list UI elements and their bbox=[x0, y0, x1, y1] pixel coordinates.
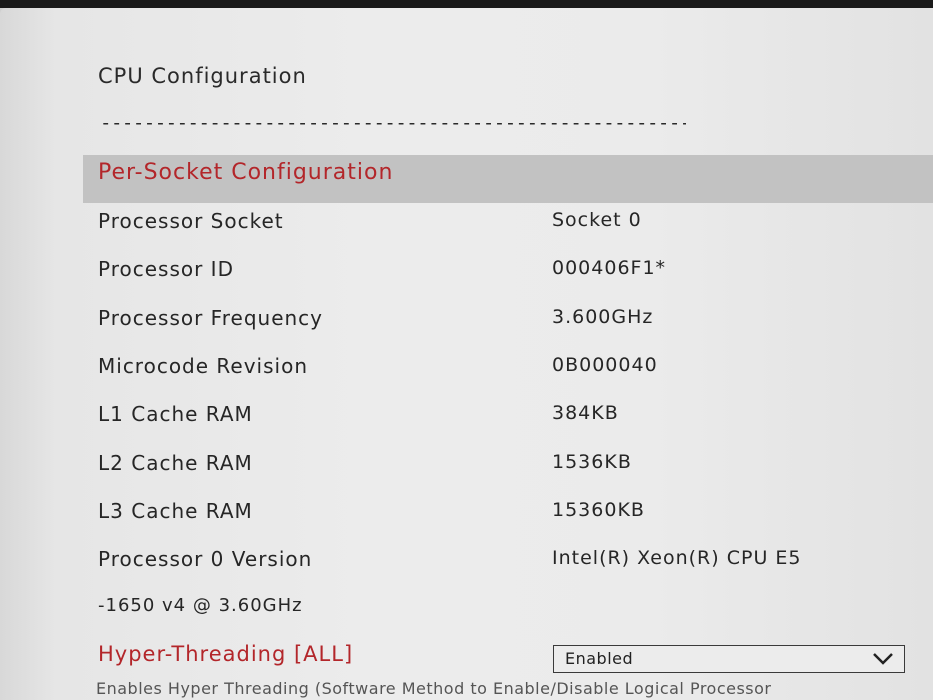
row-value: 3.600GHz bbox=[552, 306, 654, 328]
row-label: Microcode Revision bbox=[98, 354, 309, 378]
row-value: 15360KB bbox=[552, 499, 645, 521]
row-value: Socket 0 bbox=[552, 209, 642, 231]
hyper-threading-selected-value: Enabled bbox=[565, 649, 634, 668]
page-title: CPU Configuration bbox=[98, 64, 307, 88]
row-label: L3 Cache RAM bbox=[98, 499, 253, 523]
row-value: 384KB bbox=[552, 402, 619, 424]
chevron-down-icon bbox=[873, 653, 893, 665]
row-value: Intel(R) Xeon(R) CPU E5 bbox=[552, 547, 802, 569]
info-row-processor-id: Processor ID 000406F1* bbox=[98, 257, 918, 287]
info-row-l3-cache: L3 Cache RAM 15360KB bbox=[98, 499, 918, 529]
row-label: L1 Cache RAM bbox=[98, 402, 253, 426]
help-text: Enables Hyper Threading (Software Method… bbox=[96, 679, 772, 698]
info-row-processor-version: Processor 0 Version Intel(R) Xeon(R) CPU… bbox=[98, 547, 918, 577]
row-label: Processor Frequency bbox=[98, 306, 324, 330]
row-value: 1536KB bbox=[552, 451, 632, 473]
row-label: -1650 v4 @ 3.60GHz bbox=[98, 595, 303, 616]
row-value: 000406F1* bbox=[552, 257, 667, 279]
row-label: Processor ID bbox=[98, 257, 234, 281]
row-label: Processor Socket bbox=[98, 209, 284, 233]
row-value: 0B000040 bbox=[552, 354, 658, 376]
info-row-processor-socket: Processor Socket Socket 0 bbox=[98, 209, 918, 239]
info-row-l2-cache: L2 Cache RAM 1536KB bbox=[98, 451, 918, 481]
info-row-microcode-revision: Microcode Revision 0B000040 bbox=[98, 354, 918, 384]
hyper-threading-select[interactable]: Enabled bbox=[553, 645, 905, 673]
row-label: L2 Cache RAM bbox=[98, 451, 253, 475]
info-row-processor-frequency: Processor Frequency 3.600GHz bbox=[98, 306, 918, 336]
hyper-threading-label: Hyper-Threading [ALL] bbox=[98, 642, 354, 666]
row-label: Processor 0 Version bbox=[98, 547, 313, 571]
info-row-processor-version-continued: -1650 v4 @ 3.60GHz bbox=[98, 595, 918, 625]
info-row-l1-cache: L1 Cache RAM 384KB bbox=[98, 402, 918, 432]
per-socket-configuration-link[interactable]: Per-Socket Configuration bbox=[98, 160, 393, 185]
title-separator: ----------------------------------------… bbox=[100, 112, 686, 134]
